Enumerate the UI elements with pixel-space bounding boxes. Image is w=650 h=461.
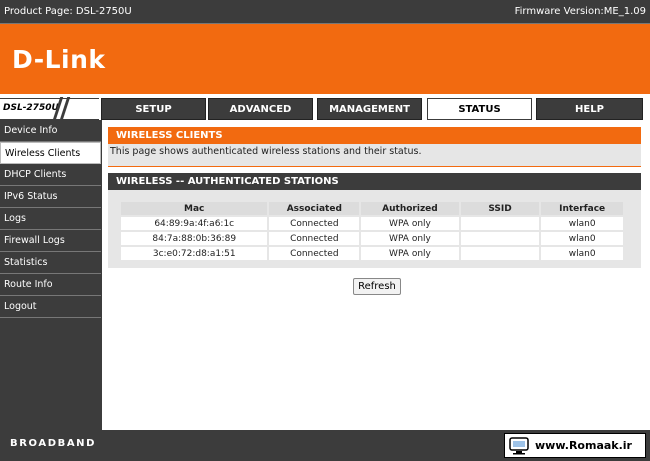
sidebar-item-firewall-logs[interactable]: Firewall Logs [0, 230, 101, 252]
wireless-clients-panel: WIRELESS CLIENTS This page shows authent… [108, 127, 641, 167]
cell-interface: wlan0 [541, 217, 623, 230]
sidebar-item-logout[interactable]: Logout [0, 296, 101, 318]
panel-description: This page shows authenticated wireless s… [108, 144, 641, 166]
table-row: 3c:e0:72:d8:a1:51 Connected WPA only wla… [121, 247, 623, 260]
sidebar-item-wireless-clients[interactable]: Wireless Clients [0, 142, 101, 164]
tab-label: ADVANCED [229, 103, 292, 115]
tab-status[interactable]: STATUS [427, 98, 532, 120]
sidebar: Device Info Wireless Clients DHCP Client… [0, 120, 101, 430]
sidebar-item-route-info[interactable]: Route Info [0, 274, 101, 296]
monitor-icon [509, 436, 529, 454]
tab-label: HELP [575, 103, 604, 115]
column-header-ssid: SSID [460, 202, 540, 215]
column-header-authorized: Authorized [361, 202, 459, 215]
cell-authorized: WPA only [361, 217, 459, 230]
sidebar-item-statistics[interactable]: Statistics [0, 252, 101, 274]
firmware-version-label: Firmware Version:ME_1.09 [514, 6, 646, 17]
authenticated-stations-panel: WIRELESS -- AUTHENTICATED STATIONS Mac A… [108, 173, 641, 268]
cell-associated: Connected [269, 217, 360, 230]
tab-label: STATUS [458, 103, 501, 115]
product-page-label: Product Page: DSL-2750U [4, 6, 132, 17]
column-header-mac: Mac [121, 202, 268, 215]
tab-advanced[interactable]: ADVANCED [208, 98, 313, 120]
model-name: DSL-2750U [3, 103, 59, 113]
cell-authorized: WPA only [361, 247, 459, 260]
cell-authorized: WPA only [361, 232, 459, 245]
refresh-button[interactable]: Refresh [353, 278, 401, 295]
column-header-interface: Interface [541, 202, 623, 215]
watermark-box: www.Romaak.ir [504, 433, 646, 458]
sidebar-item-device-info[interactable]: Device Info [0, 120, 101, 142]
tab-help[interactable]: HELP [536, 98, 643, 120]
column-header-associated: Associated [269, 202, 360, 215]
footer-bar: BROADBAND www.Romaak.ir [0, 430, 650, 461]
cell-interface: wlan0 [541, 247, 623, 260]
sidebar-item-logs[interactable]: Logs [0, 208, 101, 230]
cell-mac: 3c:e0:72:d8:a1:51 [121, 247, 268, 260]
brand-banner: D-Link [0, 24, 650, 94]
watermark-text: www.Romaak.ir [535, 439, 632, 452]
top-bar: Product Page: DSL-2750U Firmware Version… [0, 0, 650, 24]
cell-mac: 84:7a:88:0b:36:89 [121, 232, 268, 245]
cell-mac: 64:89:9a:4f:a6:1c [121, 217, 268, 230]
cell-associated: Connected [269, 232, 360, 245]
cell-ssid [460, 217, 540, 230]
table-row: 64:89:9a:4f:a6:1c Connected WPA only wla… [121, 217, 623, 230]
table-header-row: Mac Associated Authorized SSID Interface [121, 202, 623, 215]
footer-broadband-label: BROADBAND [10, 438, 97, 449]
d-link-logo: D-Link [12, 44, 106, 74]
tab-setup[interactable]: SETUP [101, 98, 206, 120]
stations-table-title: WIRELESS -- AUTHENTICATED STATIONS [108, 173, 641, 190]
stations-table: Mac Associated Authorized SSID Interface… [119, 200, 625, 262]
cell-interface: wlan0 [541, 232, 623, 245]
tab-label: MANAGEMENT [329, 103, 410, 115]
nav-row: DSL-2750U SETUP ADVANCED MANAGEMENT STAT… [0, 97, 650, 123]
main-content: WIRELESS CLIENTS This page shows authent… [101, 120, 650, 430]
model-badge: DSL-2750U [0, 97, 99, 123]
cell-ssid [460, 232, 540, 245]
cell-ssid [460, 247, 540, 260]
table-row: 84:7a:88:0b:36:89 Connected WPA only wla… [121, 232, 623, 245]
tab-management[interactable]: MANAGEMENT [317, 98, 422, 120]
cell-associated: Connected [269, 247, 360, 260]
panel-title: WIRELESS CLIENTS [108, 127, 641, 144]
sidebar-item-dhcp-clients[interactable]: DHCP Clients [0, 164, 101, 186]
tab-label: SETUP [135, 103, 172, 115]
sidebar-item-ipv6-status[interactable]: IPv6 Status [0, 186, 101, 208]
